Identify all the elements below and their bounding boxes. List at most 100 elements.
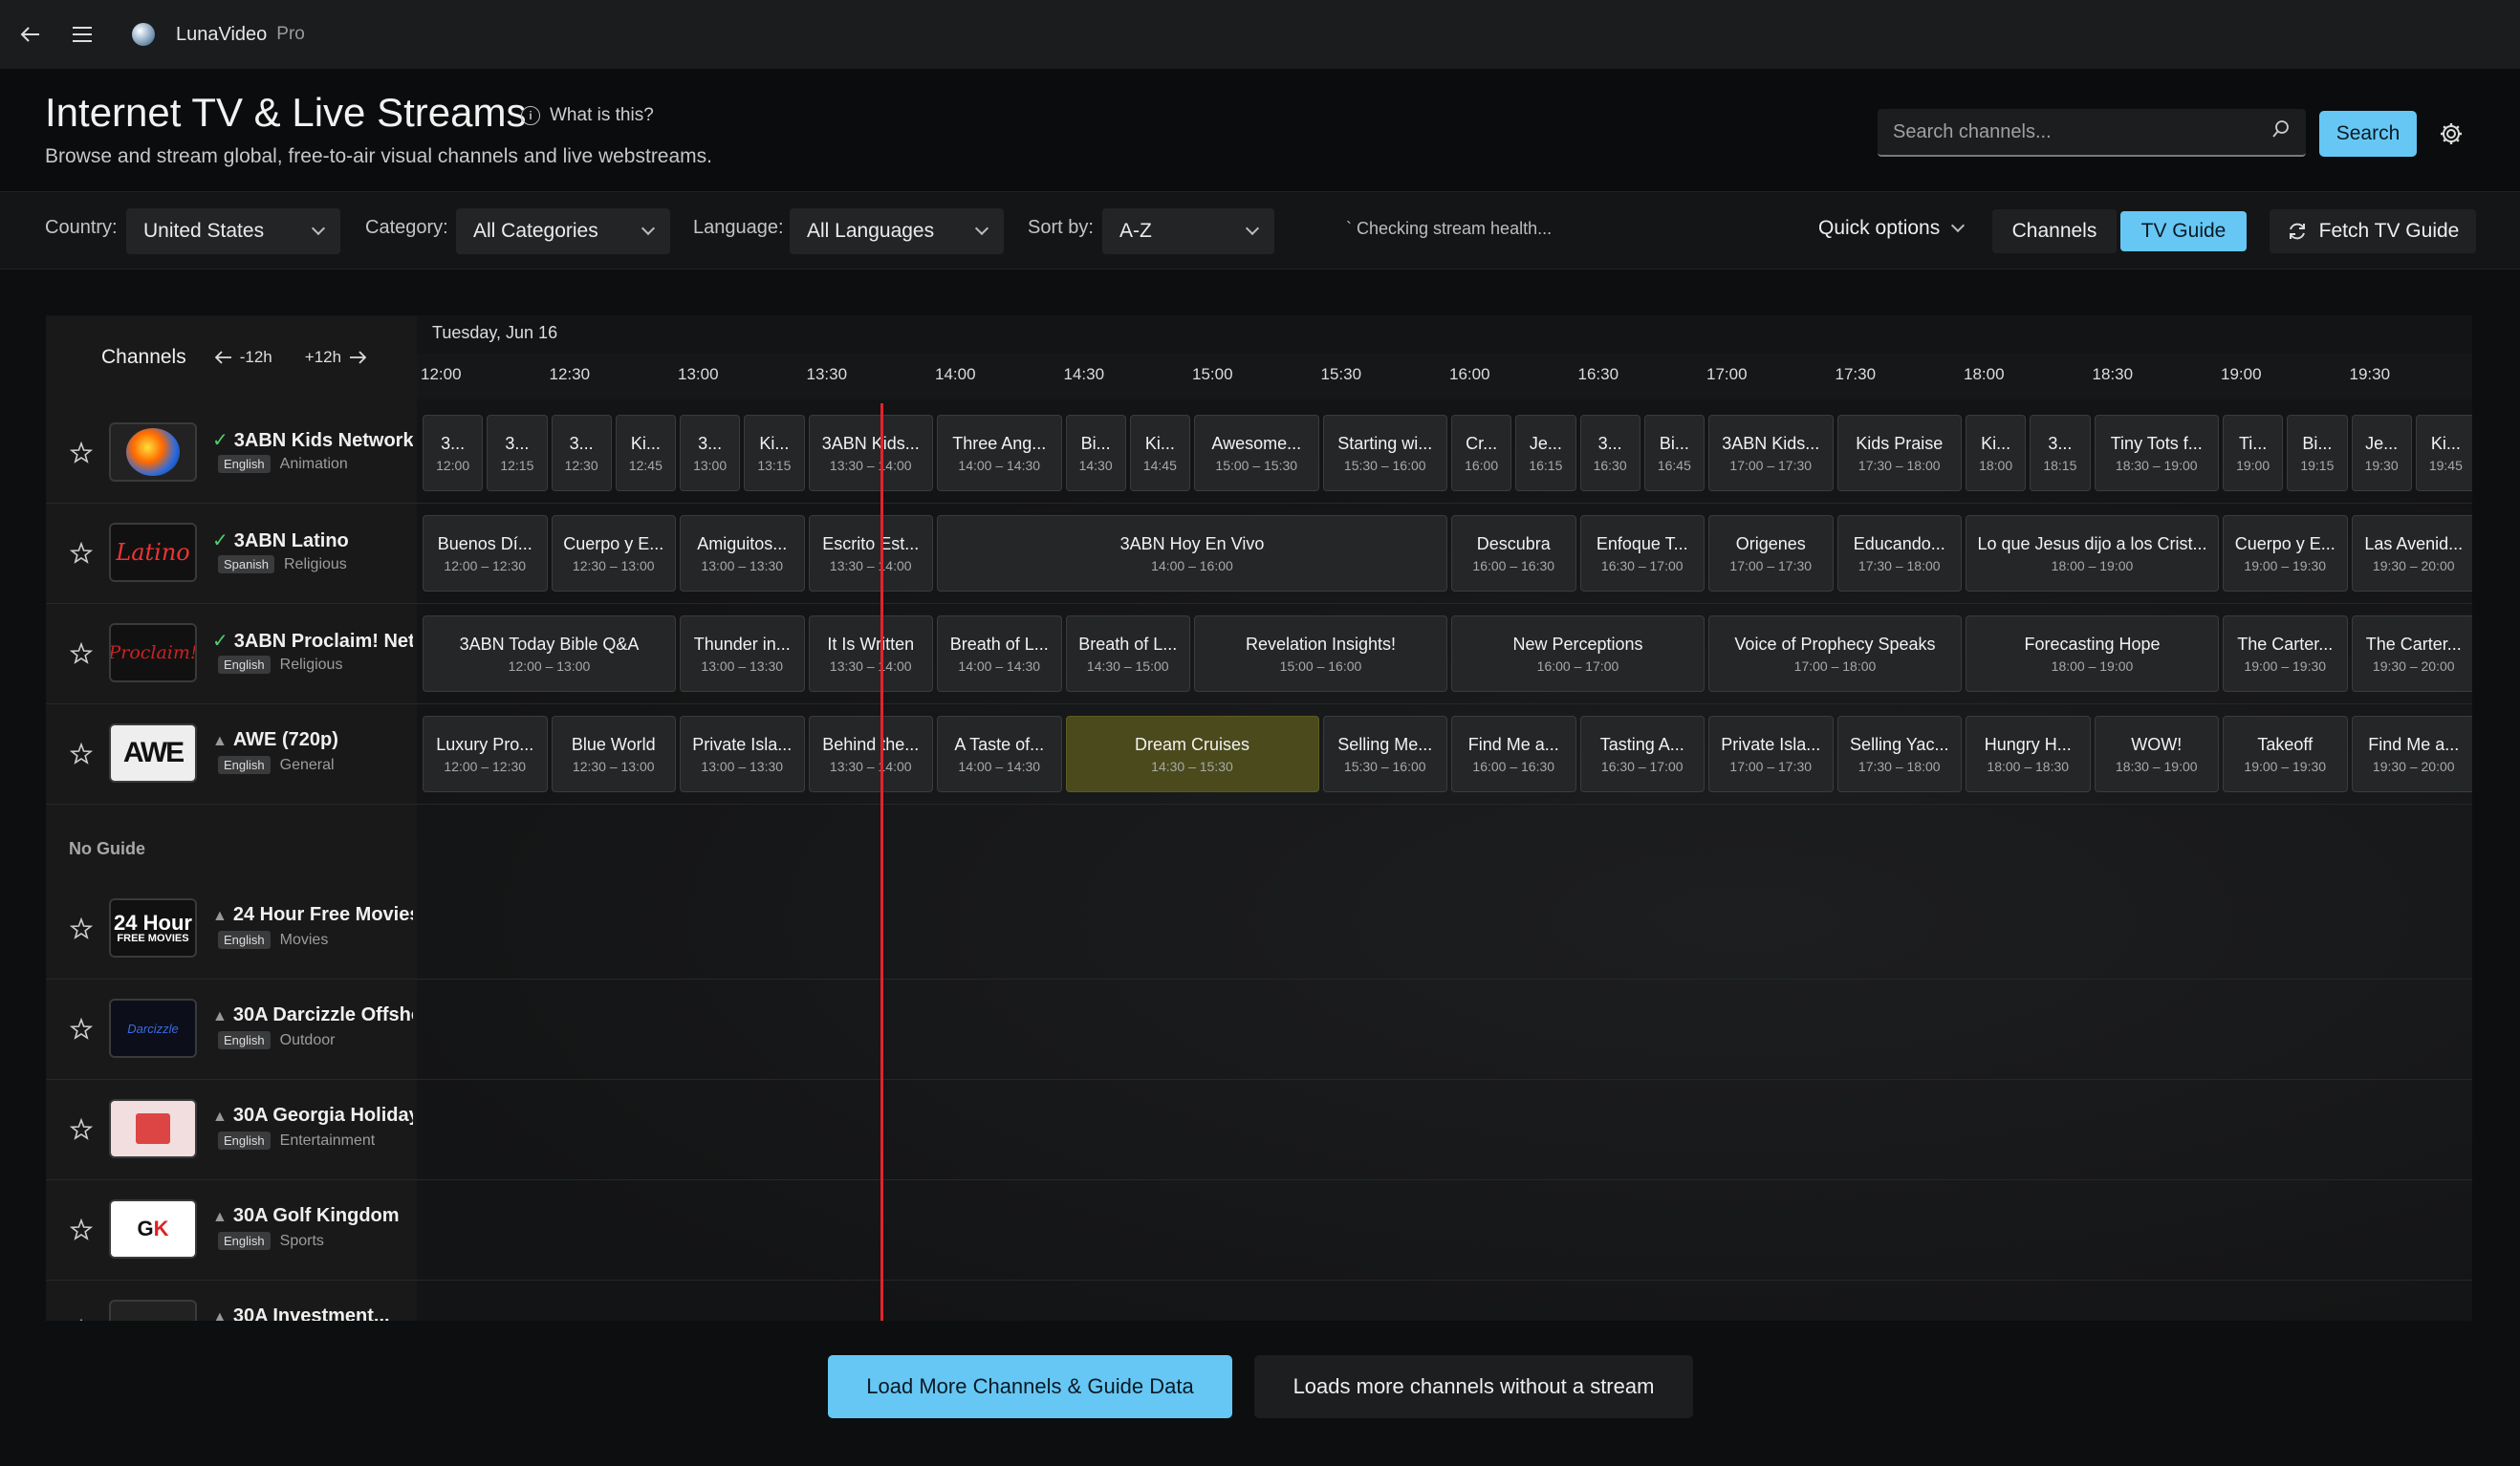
tv-guide-view-button[interactable]: TV Guide <box>2120 211 2247 251</box>
channel-name[interactable]: ▲ 24 Hour Free Movies <box>212 904 413 926</box>
country-select[interactable]: United States <box>126 208 340 254</box>
program-block[interactable]: Buenos Dí... 12:00 – 12:30 <box>423 515 548 592</box>
program-block[interactable]: A Taste of... 14:00 – 14:30 <box>937 716 1062 792</box>
program-block[interactable]: New Perceptions 16:00 – 17:00 <box>1451 615 1705 692</box>
program-block[interactable]: Thunder in... 13:00 – 13:30 <box>680 615 805 692</box>
channel-name[interactable]: ▲30A Darcizzle Offshore <box>212 1004 413 1026</box>
program-block[interactable]: 3... 18:15 <box>2030 415 2091 491</box>
program-block[interactable]: Selling Yac... 17:30 – 18:00 <box>1836 716 1962 792</box>
program-block[interactable]: Voice of Prophecy Speaks 17:00 – 18:00 <box>1708 615 1962 692</box>
load-more-channels-button[interactable]: Load More Channels & Guide Data <box>828 1355 1232 1418</box>
quick-options-dropdown[interactable]: Quick options <box>1818 217 1966 240</box>
channel-logo[interactable]: Proclaim! <box>109 623 197 682</box>
program-block[interactable]: 3... 16:30 <box>1579 415 1640 491</box>
program-block[interactable]: Ki... 14:45 <box>1129 415 1190 491</box>
program-block[interactable]: Lo que Jesus dijo a los Crist... 18:00 – … <box>1966 515 2219 592</box>
program-block[interactable]: Three Ang... 14:00 – 14:30 <box>937 415 1062 491</box>
fetch-tv-guide-button[interactable]: Fetch TV Guide <box>2270 209 2476 253</box>
program-block[interactable]: Origenes 17:00 – 17:30 <box>1708 515 1834 592</box>
program-block[interactable]: WOW! 18:30 – 19:00 <box>2094 716 2219 792</box>
favorite-star-icon[interactable] <box>67 1115 96 1144</box>
program-block[interactable]: 3... 13:00 <box>680 415 741 491</box>
channel-logo[interactable]: AWE <box>109 723 197 783</box>
load-channels-without-stream-button[interactable]: Loads more channels without a stream <box>1254 1355 1693 1418</box>
program-block[interactable]: Takeoff 19:00 – 19:30 <box>2223 716 2348 792</box>
program-block[interactable]: Je... 16:15 <box>1515 415 1576 491</box>
favorite-star-icon[interactable] <box>67 1216 96 1244</box>
program-block[interactable]: 3... 12:15 <box>487 415 548 491</box>
favorite-star-icon[interactable] <box>67 1015 96 1044</box>
program-block[interactable]: Tasting A... 16:30 – 17:00 <box>1579 716 1705 792</box>
search-button[interactable]: Search <box>2319 111 2417 157</box>
program-block[interactable]: Kids Praise 17:30 – 18:00 <box>1836 415 1962 491</box>
program-block[interactable]: Bi... 19:15 <box>2287 415 2348 491</box>
channel-name[interactable]: ▲ 30A Golf Kingdom <box>212 1205 413 1227</box>
channel-logo[interactable]: GK <box>109 1199 197 1259</box>
channel-logo[interactable] <box>109 1300 197 1321</box>
program-block[interactable]: Hungry H... 18:00 – 18:30 <box>1966 716 2091 792</box>
program-block[interactable]: Revelation Insights! 15:00 – 16:00 <box>1194 615 1447 692</box>
program-block[interactable]: Behind the... 13:30 – 14:00 <box>808 716 933 792</box>
program-block[interactable]: Cr... 16:00 <box>1451 415 1512 491</box>
program-block[interactable]: 3ABN Kids... 13:30 – 14:00 <box>808 415 933 491</box>
what-is-this-link[interactable]: i What is this? <box>521 105 654 126</box>
favorite-star-icon[interactable] <box>67 1316 96 1321</box>
forward-12h-button[interactable]: +12h <box>305 348 367 367</box>
program-block[interactable]: Breath of L... 14:30 – 15:00 <box>1065 615 1190 692</box>
program-block[interactable]: Las Avenid... 19:30 – 20:00 <box>2351 515 2472 592</box>
channel-logo[interactable]: 24 Hour FREE MOVIES <box>109 898 197 958</box>
program-block[interactable]: Luxury Pro... 12:00 – 12:30 <box>423 716 548 792</box>
program-block[interactable]: Find Me a... 19:30 – 20:00 <box>2351 716 2472 792</box>
program-block[interactable]: 3ABN Hoy En Vivo 14:00 – 16:00 <box>937 515 1447 592</box>
program-block[interactable]: Ki... 18:00 <box>1966 415 2027 491</box>
program-block[interactable]: 3ABN Kids... 17:00 – 17:30 <box>1708 415 1834 491</box>
program-block[interactable]: Tiny Tots f... 18:30 – 19:00 <box>2094 415 2219 491</box>
program-block[interactable]: Bi... 14:30 <box>1065 415 1126 491</box>
program-block[interactable]: 3... 12:00 <box>423 415 484 491</box>
program-block[interactable]: Starting wi... 15:30 – 16:00 <box>1322 415 1447 491</box>
channel-name[interactable]: ▲ AWE (720p) <box>212 729 413 751</box>
program-block[interactable]: Private Isla... 17:00 – 17:30 <box>1708 716 1834 792</box>
hamburger-menu-icon[interactable] <box>61 13 103 55</box>
program-block[interactable]: Breath of L... 14:00 – 14:30 <box>937 615 1062 692</box>
channel-logo[interactable]: Latino <box>109 523 197 582</box>
program-block[interactable]: Ki... 19:45 <box>2415 415 2472 491</box>
program-block[interactable]: Cuerpo y E... 19:00 – 19:30 <box>2223 515 2348 592</box>
channel-name[interactable]: ✓3ABN Proclaim! Network <box>212 629 413 653</box>
program-block[interactable]: Ki... 12:45 <box>615 415 676 491</box>
program-block[interactable]: The Carter... 19:00 – 19:30 <box>2223 615 2348 692</box>
favorite-star-icon[interactable] <box>67 740 96 768</box>
channel-logo[interactable] <box>109 422 197 482</box>
sort-select[interactable]: A-Z <box>1102 208 1274 254</box>
program-block[interactable]: It Is Written 13:30 – 14:00 <box>808 615 933 692</box>
language-select[interactable]: All Languages <box>790 208 1004 254</box>
favorite-star-icon[interactable] <box>67 915 96 943</box>
search-icon[interactable] <box>2271 119 2291 144</box>
search-input[interactable] <box>1893 120 2271 143</box>
channel-name[interactable]: ✓ 3ABN Kids Network <box>212 428 413 452</box>
channel-logo[interactable] <box>109 1099 197 1158</box>
program-block[interactable]: Educando... 17:30 – 18:00 <box>1836 515 1962 592</box>
favorite-star-icon[interactable] <box>67 439 96 467</box>
program-block[interactable]: Selling Me... 15:30 – 16:00 <box>1322 716 1447 792</box>
program-block[interactable]: Je... 19:30 <box>2351 415 2412 491</box>
category-select[interactable]: All Categories <box>456 208 670 254</box>
back-icon[interactable] <box>10 13 52 55</box>
channel-name[interactable]: ▲ 30A Georgia Holiday <box>212 1105 413 1127</box>
channel-name[interactable]: ✓ 3ABN Latino <box>212 528 413 552</box>
program-block[interactable]: Dream Cruises 14:30 – 15:30 <box>1065 716 1319 792</box>
program-block[interactable]: Ti... 19:00 <box>2223 415 2284 491</box>
program-block[interactable]: Awesome... 15:00 – 15:30 <box>1194 415 1319 491</box>
program-block[interactable]: Blue World 12:30 – 13:00 <box>551 716 676 792</box>
gear-icon[interactable] <box>2434 117 2468 151</box>
program-block[interactable]: Ki... 13:15 <box>744 415 805 491</box>
program-block[interactable]: Amiguitos... 13:00 – 13:30 <box>680 515 805 592</box>
program-block[interactable]: 3ABN Today Bible Q&A 12:00 – 13:00 <box>423 615 676 692</box>
program-block[interactable]: Enfoque T... 16:30 – 17:00 <box>1579 515 1705 592</box>
program-block[interactable]: Find Me a... 16:00 – 16:30 <box>1451 716 1576 792</box>
channel-logo[interactable]: Darcizzle <box>109 999 197 1058</box>
program-block[interactable]: Descubra 16:00 – 16:30 <box>1451 515 1576 592</box>
back-12h-button[interactable]: -12h <box>214 348 272 367</box>
program-block[interactable]: Escrito Est... 13:30 – 14:00 <box>808 515 933 592</box>
channels-view-button[interactable]: Channels <box>1992 209 2117 253</box>
